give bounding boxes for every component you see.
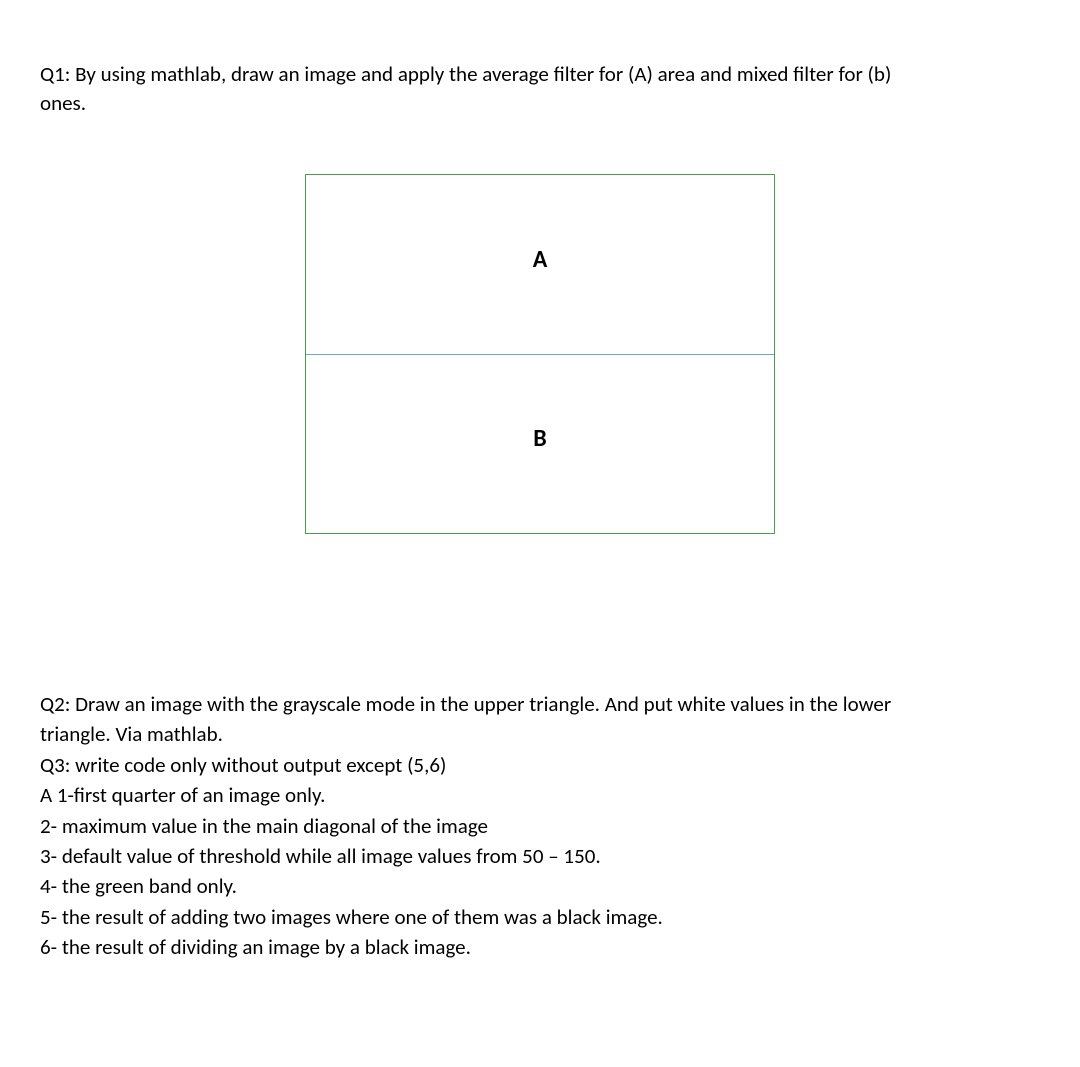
q3-item-1: A 1-first quarter of an image only. — [40, 780, 1040, 810]
region-label-b: B — [533, 424, 546, 453]
q3-item-6: 6- the result of dividing an image by a … — [40, 932, 1040, 962]
q3-header: Q3: write code only without output excep… — [40, 750, 1040, 780]
q3-item-3: 3- default value of threshold while all … — [40, 841, 1040, 871]
split-box-diagram: A B — [305, 174, 775, 534]
q3-item-5: 5- the result of adding two images where… — [40, 902, 1040, 932]
questions-block: Q2: Draw an image with the grayscale mod… — [40, 689, 1040, 963]
q3-item-2: 2- maximum value in the main diagonal of… — [40, 811, 1040, 841]
q2-line2: triangle. Via mathlab. — [40, 719, 1040, 749]
diagram-divider — [306, 354, 774, 355]
question-1: Q1: By using mathlab, draw an image and … — [40, 60, 1040, 119]
q1-line2: ones. — [40, 89, 1040, 118]
q2-line1: Q2: Draw an image with the grayscale mod… — [40, 689, 1040, 719]
diagram-container: A B — [40, 174, 1040, 534]
q1-line1: Q1: By using mathlab, draw an image and … — [40, 60, 1040, 89]
q3-item-4: 4- the green band only. — [40, 871, 1040, 901]
region-label-a: A — [533, 245, 548, 274]
